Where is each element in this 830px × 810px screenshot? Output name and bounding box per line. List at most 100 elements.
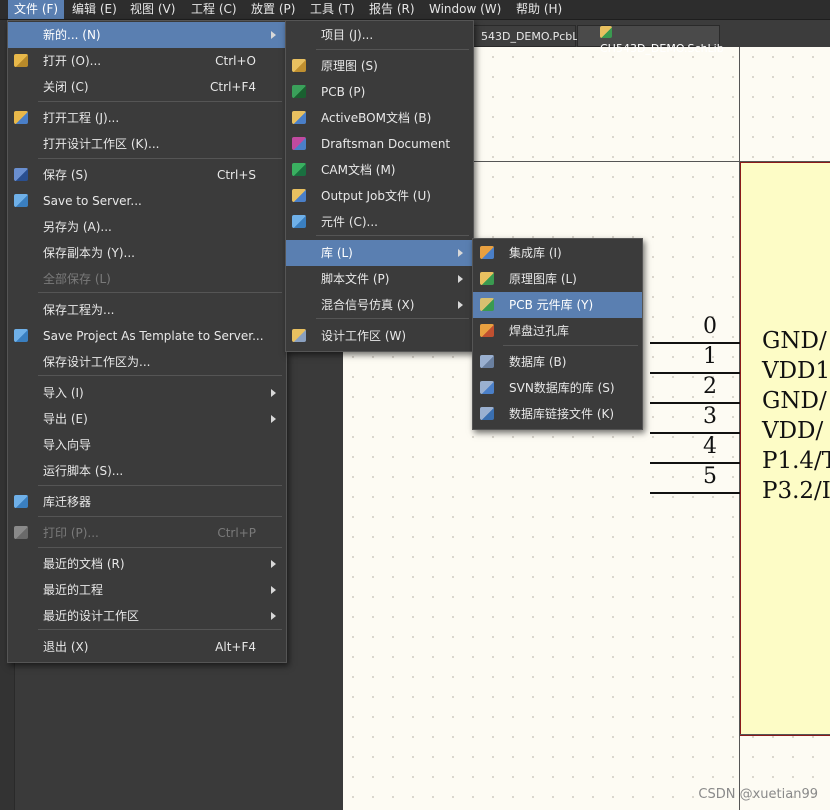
menu-item-label: 新的... (N) bbox=[43, 28, 101, 42]
menu-edit[interactable]: 编辑 (E) bbox=[72, 0, 117, 19]
menu-item-save-to-server[interactable]: Save to Server... bbox=[8, 188, 286, 214]
menu-item-label: 最近的设计工作区 bbox=[43, 609, 140, 623]
menu-item-label: 保存副本为 (Y)... bbox=[43, 246, 135, 260]
padvia-lib-icon bbox=[480, 324, 494, 337]
pin-line[interactable] bbox=[650, 492, 740, 494]
folder-open-icon bbox=[14, 54, 28, 67]
menu-item-保存设计工作区为[interactable]: 保存设计工作区为... bbox=[8, 349, 286, 375]
menu-item-打开工程[interactable]: 打开工程 (J)... bbox=[8, 105, 286, 131]
pin-line[interactable] bbox=[650, 462, 740, 464]
menu-item-label: CAM文档 (M) bbox=[321, 163, 396, 177]
schematic-icon bbox=[292, 59, 306, 72]
menu-item-元件[interactable]: 元件 (C)... bbox=[286, 209, 473, 235]
schlib-icon bbox=[600, 26, 612, 38]
schlib-icon bbox=[480, 272, 494, 285]
menu-view[interactable]: 视图 (V) bbox=[130, 0, 175, 19]
menu-separator bbox=[38, 375, 282, 376]
menu-item-label: 最近的文档 (R) bbox=[43, 557, 125, 571]
menu-item-cam文档[interactable]: CAM文档 (M) bbox=[286, 157, 473, 183]
menu-file[interactable]: 文件 (F) bbox=[8, 0, 65, 19]
menu-item-库迁移器[interactable]: 库迁移器 bbox=[8, 489, 286, 515]
menu-item-label: 原理图 (S) bbox=[321, 59, 378, 73]
menu-item-另存为[interactable]: 另存为 (A)... bbox=[8, 214, 286, 240]
menu-separator bbox=[503, 345, 638, 346]
menu-item-activebom文档[interactable]: ActiveBOM文档 (B) bbox=[286, 105, 473, 131]
menu-item-保存副本为[interactable]: 保存副本为 (Y)... bbox=[8, 240, 286, 266]
workspace-icon bbox=[292, 329, 306, 342]
menu-help[interactable]: 帮助 (H) bbox=[516, 0, 562, 19]
menu-item-draftsman-document[interactable]: Draftsman Document bbox=[286, 131, 473, 157]
menu-separator bbox=[38, 485, 282, 486]
pcb-icon bbox=[292, 85, 306, 98]
menu-tools[interactable]: 工具 (T) bbox=[310, 0, 355, 19]
menu-item-脚本文件[interactable]: 脚本文件 (P) bbox=[286, 266, 473, 292]
menu-item-原理图[interactable]: 原理图 (S) bbox=[286, 53, 473, 79]
pin-line[interactable] bbox=[650, 342, 740, 344]
tab-pcblib[interactable]: 543D_DEMO.PcbLib bbox=[472, 25, 588, 47]
menu-item-label: 全部保存 (L) bbox=[43, 272, 111, 286]
svn-db-icon bbox=[480, 381, 494, 394]
pin-name: P1.4/T bbox=[762, 448, 830, 474]
menu-item-label: 项目 (J)... bbox=[321, 28, 374, 42]
pin-number: 3 bbox=[703, 404, 717, 429]
menu-separator bbox=[38, 101, 282, 102]
pin-name: GND/ bbox=[762, 328, 827, 354]
menu-place[interactable]: 放置 (P) bbox=[251, 0, 295, 19]
menu-item-pcb[interactable]: PCB (P) bbox=[286, 79, 473, 105]
shortcut-label: Ctrl+P bbox=[217, 526, 256, 540]
menu-reports[interactable]: 报告 (R) bbox=[369, 0, 415, 19]
menu-item-label: 保存工程为... bbox=[43, 303, 115, 317]
menu-item-运行脚本[interactable]: 运行脚本 (S)... bbox=[8, 458, 286, 484]
submenu-arrow-icon bbox=[271, 415, 276, 423]
menu-item-数据库[interactable]: 数据库 (B) bbox=[473, 349, 642, 375]
menu-item-原理图库[interactable]: 原理图库 (L) bbox=[473, 266, 642, 292]
menu-item-最近的文档[interactable]: 最近的文档 (R) bbox=[8, 551, 286, 577]
menu-item-label: PCB (P) bbox=[321, 85, 366, 99]
menu-item-导入向导[interactable]: 导入向导 bbox=[8, 432, 286, 458]
menu-item-关闭[interactable]: 关闭 (C) Ctrl+F4 bbox=[8, 74, 286, 100]
menu-item-label: 库 (L) bbox=[321, 246, 353, 260]
menu-item-label: 设计工作区 (W) bbox=[321, 329, 407, 343]
menu-item-数据库链接文件[interactable]: 数据库链接文件 (K) bbox=[473, 401, 642, 427]
menu-item-最近的工程[interactable]: 最近的工程 bbox=[8, 577, 286, 603]
menu-item-output-job文件[interactable]: Output Job文件 (U) bbox=[286, 183, 473, 209]
menu-item-新的[interactable]: 新的... (N) bbox=[8, 22, 286, 48]
menu-item-退出[interactable]: 退出 (X) Alt+F4 bbox=[8, 634, 286, 660]
menu-item-pcb-元件库[interactable]: PCB 元件库 (Y) bbox=[473, 292, 642, 318]
menu-project[interactable]: 工程 (C) bbox=[191, 0, 237, 19]
menu-item-焊盘过孔库[interactable]: 焊盘过孔库 bbox=[473, 318, 642, 344]
menu-item-打开[interactable]: 打开 (O)... Ctrl+O bbox=[8, 48, 286, 74]
pin-line[interactable] bbox=[650, 402, 740, 404]
menu-item-保存[interactable]: 保存 (S) Ctrl+S bbox=[8, 162, 286, 188]
menu-item-混合信号仿真[interactable]: 混合信号仿真 (X) bbox=[286, 292, 473, 318]
menu-separator bbox=[316, 49, 469, 50]
menu-item-打开设计工作区[interactable]: 打开设计工作区 (K)... bbox=[8, 131, 286, 157]
menu-item-项目[interactable]: 项目 (J)... bbox=[286, 22, 473, 48]
cloud-icon bbox=[14, 495, 28, 508]
pin-line[interactable] bbox=[650, 432, 740, 434]
pin-number: 1 bbox=[703, 344, 717, 369]
menu-item-导出[interactable]: 导出 (E) bbox=[8, 406, 286, 432]
menu-item-保存工程为[interactable]: 保存工程为... bbox=[8, 297, 286, 323]
menu-item-label: Output Job文件 (U) bbox=[321, 189, 431, 203]
sheet-border-bottom bbox=[740, 734, 830, 735]
menu-item-设计工作区[interactable]: 设计工作区 (W) bbox=[286, 323, 473, 349]
pin-line[interactable] bbox=[650, 372, 740, 374]
menu-item-svn数据库的库[interactable]: SVN数据库的库 (S) bbox=[473, 375, 642, 401]
menu-item-最近的设计工作区[interactable]: 最近的设计工作区 bbox=[8, 603, 286, 629]
menu-window[interactable]: Window (W) bbox=[429, 0, 501, 19]
menu-item-save-project-as-template-to-server[interactable]: Save Project As Template to Server... bbox=[8, 323, 286, 349]
menu-item-label: ActiveBOM文档 (B) bbox=[321, 111, 432, 125]
submenu-arrow-icon bbox=[458, 249, 463, 257]
menu-item-库[interactable]: 库 (L) bbox=[286, 240, 473, 266]
menu-item-label: 库迁移器 bbox=[43, 495, 92, 509]
tab-schlib[interactable]: CH543D_DEMO.SchLib bbox=[577, 25, 724, 55]
menu-item-全部保存: 全部保存 (L) bbox=[8, 266, 286, 292]
shortcut-label: Alt+F4 bbox=[215, 640, 256, 654]
menu-item-导入[interactable]: 导入 (I) bbox=[8, 380, 286, 406]
menu-item-集成库[interactable]: 集成库 (I) bbox=[473, 240, 642, 266]
bom-icon bbox=[292, 111, 306, 124]
menu-separator bbox=[38, 516, 282, 517]
menu-separator bbox=[38, 292, 282, 293]
submenu-arrow-icon bbox=[271, 586, 276, 594]
